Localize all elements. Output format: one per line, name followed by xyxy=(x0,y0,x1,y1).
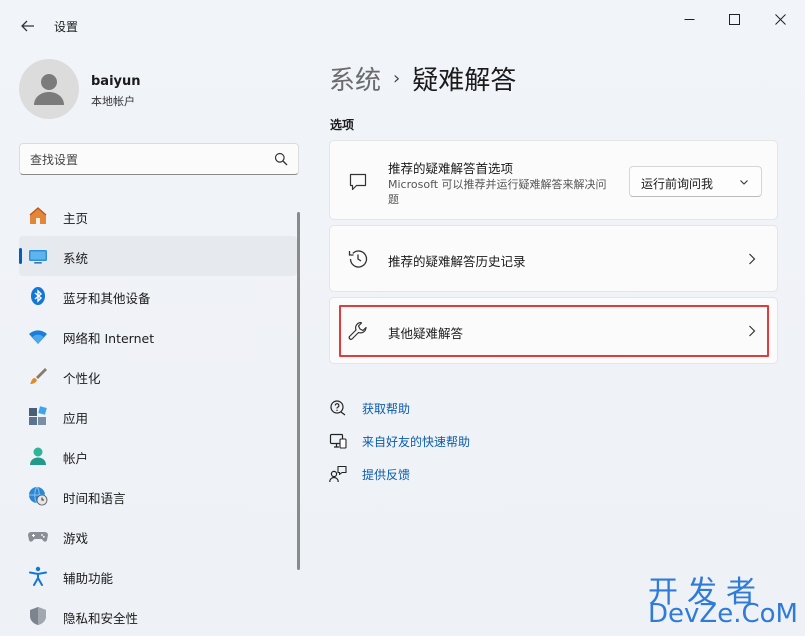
maximize-button[interactable] xyxy=(718,8,750,30)
sidebar-scrollbar[interactable] xyxy=(297,212,300,570)
option-troubleshoot-preference: 推荐的疑难解答首选项 Microsoft 可以推荐并运行疑难解答来解决问题 运行… xyxy=(329,140,778,220)
dropdown-selected-value: 运行前询问我 xyxy=(641,177,714,191)
help-link-label[interactable]: 提供反馈 xyxy=(362,466,410,483)
person-icon xyxy=(34,74,64,105)
sidebar-item-label: 隐私和安全性 xyxy=(63,611,139,626)
home-icon xyxy=(28,206,48,226)
option-title: 其他疑难解答 xyxy=(388,326,464,341)
close-icon xyxy=(774,13,786,25)
sidebar-item-label: 时间和语言 xyxy=(63,491,126,506)
title-bar: 设置 xyxy=(0,0,805,50)
option-title: 推荐的疑难解答首选项 xyxy=(388,161,514,176)
sidebar-item-accessibility[interactable]: 辅助功能 xyxy=(19,556,297,596)
wifi-icon xyxy=(28,326,48,346)
option-troubleshoot-history[interactable]: 推荐的疑难解答历史记录 xyxy=(329,225,778,292)
history-icon xyxy=(347,248,369,270)
minimize-button[interactable] xyxy=(673,8,705,30)
sidebar-nav: 主页 系统 蓝牙和其他设备 网络和 Internet 个性化 应用 帐户 时间和… xyxy=(19,196,297,636)
avatar[interactable] xyxy=(19,59,79,119)
search-icon[interactable] xyxy=(274,152,288,166)
app-title: 设置 xyxy=(54,20,79,34)
sidebar-item-privacy[interactable]: 隐私和安全性 xyxy=(19,596,297,636)
option-other-troubleshooters[interactable]: 其他疑难解答 xyxy=(329,297,778,364)
sidebar-item-label: 辅助功能 xyxy=(63,571,114,586)
gamepad-icon xyxy=(28,526,48,546)
sidebar-item-network[interactable]: 网络和 Internet xyxy=(19,316,297,356)
get-help-link[interactable]: 获取帮助 xyxy=(329,398,410,418)
sidebar-item-accounts[interactable]: 帐户 xyxy=(19,436,297,476)
settings-window: 设置 baiyun 本地帐户 主页 xyxy=(0,0,805,636)
option-description: Microsoft 可以推荐并运行疑难解答来解决问题 xyxy=(388,178,607,206)
sidebar-item-label: 游戏 xyxy=(63,531,89,546)
quick-assist-link[interactable]: 来自好友的快速帮助 xyxy=(329,431,470,451)
chevron-right-icon xyxy=(747,324,757,338)
apps-icon xyxy=(28,406,48,426)
sidebar-item-label: 蓝牙和其他设备 xyxy=(63,291,151,306)
breadcrumb-parent[interactable]: 系统 xyxy=(329,60,381,97)
sidebar-item-label: 帐户 xyxy=(63,451,89,466)
section-heading: 选项 xyxy=(330,118,355,132)
sidebar-item-gaming[interactable]: 游戏 xyxy=(19,516,297,556)
wrench-icon xyxy=(347,320,369,342)
sidebar-item-bluetooth[interactable]: 蓝牙和其他设备 xyxy=(19,276,297,316)
back-button[interactable] xyxy=(14,13,42,39)
sidebar-item-label: 应用 xyxy=(63,411,89,426)
breadcrumb: 系统 › 疑难解答 xyxy=(329,58,516,98)
chevron-down-icon xyxy=(740,180,748,185)
sidebar-item-label: 网络和 Internet xyxy=(63,331,155,346)
breadcrumb-separator: › xyxy=(393,67,401,89)
accessibility-icon xyxy=(28,566,48,586)
arrow-left-icon xyxy=(21,20,34,32)
minimize-icon xyxy=(684,18,694,20)
sidebar-item-time-language[interactable]: 时间和语言 xyxy=(19,476,297,516)
sidebar-item-label: 系统 xyxy=(63,251,89,266)
globe-clock-icon xyxy=(28,486,48,506)
chat-bubble-icon xyxy=(347,171,369,193)
user-name: baiyun xyxy=(91,74,141,89)
close-button[interactable] xyxy=(764,8,796,30)
system-icon xyxy=(28,246,48,266)
feedback-link[interactable]: 提供反馈 xyxy=(329,464,410,484)
help-chat-icon xyxy=(329,399,347,417)
chevron-right-icon xyxy=(747,252,757,266)
sidebar-item-home[interactable]: 主页 xyxy=(19,196,297,236)
remote-assist-icon xyxy=(329,432,347,450)
preference-dropdown[interactable]: 运行前询问我 xyxy=(629,166,762,197)
sidebar-item-system[interactable]: 系统 xyxy=(19,236,297,276)
sidebar-item-apps[interactable]: 应用 xyxy=(19,396,297,436)
sidebar-item-label: 主页 xyxy=(63,211,89,226)
help-link-label[interactable]: 来自好友的快速帮助 xyxy=(362,433,470,450)
help-link-label[interactable]: 获取帮助 xyxy=(362,400,410,417)
sidebar-item-label: 个性化 xyxy=(63,371,101,386)
account-icon xyxy=(28,446,48,466)
maximize-icon xyxy=(728,13,740,25)
search-box[interactable] xyxy=(19,143,299,175)
bluetooth-icon xyxy=(28,286,48,306)
page-title: 疑难解答 xyxy=(412,65,517,96)
sidebar-item-personalization[interactable]: 个性化 xyxy=(19,356,297,396)
search-input[interactable] xyxy=(30,151,260,169)
option-title: 推荐的疑难解答历史记录 xyxy=(388,254,526,269)
account-type: 本地帐户 xyxy=(91,95,135,108)
brush-icon xyxy=(28,366,48,386)
feedback-icon xyxy=(329,465,347,483)
shield-icon xyxy=(28,606,48,626)
watermark-line-2: DevZe.CoM xyxy=(648,599,798,629)
